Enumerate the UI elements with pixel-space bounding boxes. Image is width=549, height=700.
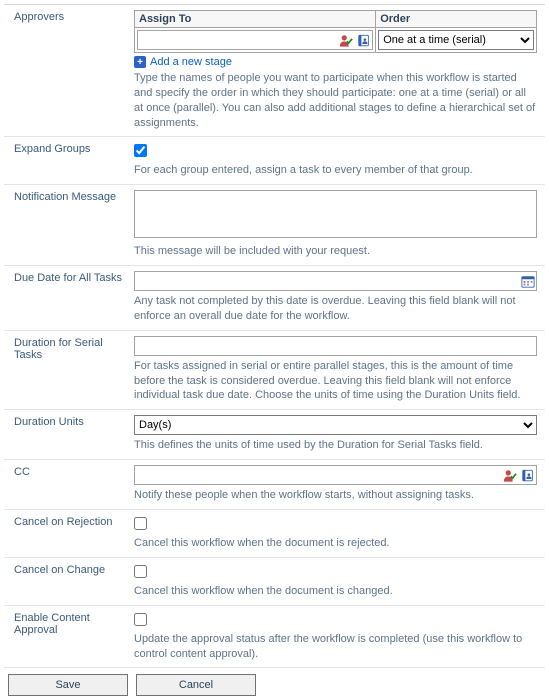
- cancel-rejection-label: Cancel on Rejection: [4, 509, 134, 557]
- duration-units-select[interactable]: Day(s): [134, 415, 537, 435]
- notification-label: Notification Message: [4, 185, 134, 266]
- duration-units-help: This defines the units of time used by t…: [134, 438, 537, 453]
- approvers-stage-table: Assign To Order: [134, 10, 537, 53]
- add-stage-link[interactable]: + Add a new stage: [134, 56, 537, 68]
- row-expand-groups: Expand Groups For each group entered, as…: [4, 137, 545, 185]
- cc-input[interactable]: [134, 465, 537, 485]
- row-cc: CC Notify these people when the workflow…: [4, 460, 545, 510]
- due-date-help: Any task not completed by this date is o…: [134, 294, 537, 324]
- row-cancel-change: Cancel on Change Cancel this workflow wh…: [4, 557, 545, 605]
- approvers-label: Approvers: [4, 5, 134, 137]
- row-due-date: Due Date for All Tasks Any task not comp…: [4, 266, 545, 331]
- cancel-rejection-help: Cancel this workflow when the document i…: [134, 536, 537, 551]
- enable-content-approval-help: Update the approval status after the wor…: [134, 632, 537, 662]
- row-notification: Notification Message This message will b…: [4, 185, 545, 266]
- workflow-settings-table: Approvers Assign To Order: [4, 4, 545, 668]
- order-select[interactable]: One at a time (serial): [378, 30, 534, 50]
- enable-content-approval-checkbox[interactable]: [134, 613, 147, 626]
- row-cancel-rejection: Cancel on Rejection Cancel this workflow…: [4, 509, 545, 557]
- expand-groups-help: For each group entered, assign a task to…: [134, 163, 537, 178]
- due-date-input[interactable]: [134, 271, 537, 291]
- cancel-change-label: Cancel on Change: [4, 557, 134, 605]
- cc-label: CC: [4, 460, 134, 510]
- due-date-label: Due Date for All Tasks: [4, 266, 134, 331]
- row-approvers: Approvers Assign To Order: [4, 5, 545, 137]
- address-book-icon[interactable]: [520, 468, 535, 483]
- cancel-button[interactable]: Cancel: [136, 674, 256, 696]
- cc-help: Notify these people when the workflow st…: [134, 488, 537, 503]
- expand-groups-checkbox[interactable]: [134, 144, 147, 157]
- duration-units-label: Duration Units: [4, 410, 134, 460]
- calendar-icon[interactable]: [519, 271, 537, 291]
- address-book-icon[interactable]: [356, 33, 371, 48]
- row-duration-units: Duration Units Day(s) This defines the u…: [4, 410, 545, 460]
- row-enable-content-approval: Enable Content Approval Update the appro…: [4, 605, 545, 668]
- check-names-icon[interactable]: [338, 33, 353, 48]
- button-row: Save Cancel: [4, 674, 545, 696]
- cancel-change-checkbox[interactable]: [134, 565, 147, 578]
- duration-serial-help: For tasks assigned in serial or entire p…: [134, 359, 537, 404]
- duration-serial-input[interactable]: [134, 336, 537, 356]
- enable-content-approval-label: Enable Content Approval: [4, 605, 134, 668]
- assign-to-header: Assign To: [135, 11, 376, 28]
- add-icon: +: [134, 56, 146, 68]
- check-names-icon[interactable]: [502, 468, 517, 483]
- order-header: Order: [376, 11, 537, 28]
- row-duration-serial: Duration for Serial Tasks For tasks assi…: [4, 330, 545, 410]
- duration-serial-label: Duration for Serial Tasks: [4, 330, 134, 410]
- cancel-change-help: Cancel this workflow when the document i…: [134, 584, 537, 599]
- approvers-help: Type the names of people you want to par…: [134, 71, 537, 130]
- notification-help: This message will be included with your …: [134, 244, 537, 259]
- expand-groups-label: Expand Groups: [4, 137, 134, 185]
- cancel-rejection-checkbox[interactable]: [134, 517, 147, 530]
- add-stage-label: Add a new stage: [150, 56, 232, 68]
- save-button[interactable]: Save: [8, 674, 128, 696]
- notification-textarea[interactable]: [134, 190, 537, 238]
